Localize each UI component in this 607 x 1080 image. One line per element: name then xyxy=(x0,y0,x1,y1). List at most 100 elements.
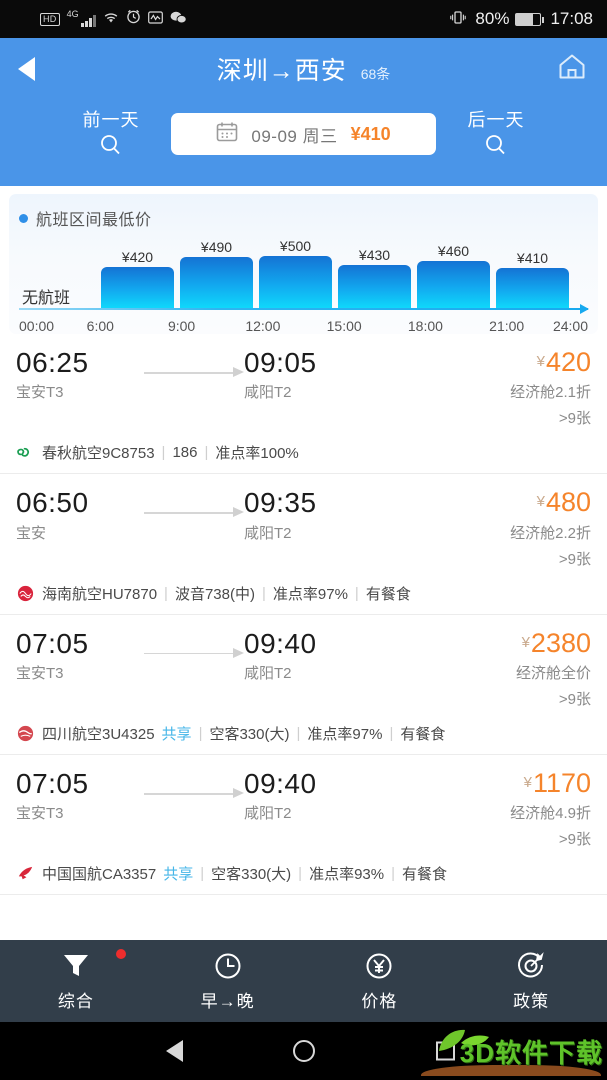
watermark: 3D软件下载 xyxy=(397,1022,607,1080)
chart-bars: ¥420 ¥490 ¥500 ¥430 ¥460 ¥410 xyxy=(19,236,572,308)
chart-bar[interactable]: ¥490 xyxy=(177,239,256,308)
meal-info: 有餐食 xyxy=(400,726,446,744)
route-arrow-icon xyxy=(144,500,244,530)
route-arrow-icon xyxy=(144,360,244,390)
flight-main-row: 06:25 宝安T3 09:05 咸阳T2 ¥420 经济舱2.1折 >9张 xyxy=(16,348,591,428)
flight-main-row: 07:05 宝安T3 09:40 咸阳T2 ¥1170 经济舱4.9折 >9张 xyxy=(16,769,591,849)
result-count: 68条 xyxy=(360,66,391,82)
codeshare-badge: 共享 xyxy=(161,726,192,744)
chart-bar[interactable]: ¥410 xyxy=(493,250,572,308)
alarm-icon xyxy=(126,9,141,26)
chart-legend: 航班区间最低价 xyxy=(19,206,588,230)
target-icon xyxy=(455,950,607,982)
airline-name: 海南航空HU7870 xyxy=(42,585,158,603)
toolbar-item-target[interactable]: 政策 xyxy=(455,950,607,1012)
ontime-rate: 准点率93% xyxy=(309,866,385,884)
arrival-time: 09:05 xyxy=(244,347,317,378)
flight-meta-row: 中国国航CA3357 共享 | 空客330(大) | 准点率93% | 有餐食 xyxy=(16,863,591,884)
toolbar-item-label: 早→晚 xyxy=(200,992,255,1011)
arrival-block: 09:05 咸阳T2 xyxy=(244,348,372,402)
yen-circle-icon xyxy=(304,950,456,982)
price-chart-card[interactable]: 航班区间最低价 无航班 ¥420 ¥490 ¥500 ¥430 ¥460 ¥410 00:… xyxy=(9,194,598,334)
cabin-class: 经济舱2.1折 xyxy=(510,384,591,402)
arrival-airport: 咸阳T2 xyxy=(244,384,292,402)
meta-separator: | xyxy=(161,444,166,462)
flight-row[interactable]: 07:05 宝安T3 09:40 咸阳T2 ¥2380 经济舱全价 >9张 四川航空3U432… xyxy=(0,615,607,756)
departure-airport: 宝安T3 xyxy=(16,805,64,823)
toolbar-item-label: 综合 xyxy=(57,992,94,1011)
flight-price: ¥420 xyxy=(536,347,591,377)
clock-icon xyxy=(152,950,304,982)
airline-logo-icon xyxy=(16,584,35,603)
meal-info: 有餐食 xyxy=(365,585,411,603)
arrival-time: 09:35 xyxy=(244,487,317,519)
magnifier-icon xyxy=(51,133,171,162)
toolbar-item-label: 价格 xyxy=(361,992,398,1011)
chart-bar-label: ¥420 xyxy=(121,248,154,265)
header-title-block: 深圳→西安 68条 xyxy=(0,51,607,87)
seats-left: >9张 xyxy=(558,410,591,428)
chart-bar-rect xyxy=(180,257,253,308)
currency-symbol: ¥ xyxy=(521,633,530,651)
ontime-rate: 准点率100% xyxy=(215,445,299,463)
flight-main-row: 07:05 宝安T3 09:40 咸阳T2 ¥2380 经济舱全价 >9张 xyxy=(16,628,591,709)
flight-row[interactable]: 06:25 宝安T3 09:05 咸阳T2 ¥420 经济舱2.1折 >9张 春秋航空9C87… xyxy=(0,334,607,475)
arrival-block: 09:40 咸阳T2 xyxy=(244,628,372,683)
departure-airport: 宝安 xyxy=(16,524,47,542)
chart-bar[interactable]: ¥420 xyxy=(98,249,177,308)
home-icon[interactable] xyxy=(557,53,587,86)
departure-time: 06:25 xyxy=(16,347,89,378)
flight-row[interactable]: 06:50 宝安 09:35 咸阳T2 ¥480 经济舱2.2折 >9张 海南航空HU7870… xyxy=(0,474,607,615)
flight-main-row: 06:50 宝安 09:35 咸阳T2 ¥480 经济舱2.2折 >9张 xyxy=(16,488,591,568)
status-bar-left-icons: HD 4G xyxy=(40,9,187,28)
departure-time: 07:05 xyxy=(16,768,89,800)
meta-separator: | xyxy=(164,584,168,602)
chart-bar[interactable]: ¥460 xyxy=(414,243,493,308)
aircraft-type: 186 xyxy=(172,444,198,462)
date-selector[interactable]: 09-09 周三 ¥410 xyxy=(171,113,436,155)
chart-axis-line xyxy=(19,304,589,314)
price-block[interactable]: ¥2380 经济舱全价 >9张 xyxy=(459,628,591,709)
price-block[interactable]: ¥480 经济舱2.2折 >9张 xyxy=(459,488,591,568)
meta-separator: | xyxy=(200,865,205,883)
android-back-icon[interactable] xyxy=(166,1040,183,1062)
price-block[interactable]: ¥420 经济舱2.1折 >9张 xyxy=(459,348,591,428)
chart-tick-label: 24:00 xyxy=(552,318,588,334)
watermark-text: 3D软件下载 xyxy=(459,1037,603,1068)
chart-tick-label: 9:00 xyxy=(167,318,196,334)
back-arrow-icon[interactable] xyxy=(18,57,35,81)
departure-block: 07:05 宝安T3 xyxy=(16,628,144,683)
toolbar-item-clock[interactable]: 早→晚 xyxy=(152,950,304,1012)
flight-row[interactable]: 07:05 宝安T3 09:40 咸阳T2 ¥1170 经济舱4.9折 >9张中国国航CA3… xyxy=(0,755,607,896)
chart-tick-label: 15:00 xyxy=(326,318,362,334)
android-home-icon[interactable] xyxy=(292,1040,315,1062)
toolbar-item-filter[interactable]: 综合 xyxy=(0,949,152,1012)
route-arrow-icon xyxy=(144,781,244,811)
chart-bar[interactable]: ¥500 xyxy=(256,238,335,308)
chart-tick-label: 12:00 xyxy=(245,318,281,334)
prev-day-button[interactable]: 前一天 xyxy=(51,106,171,162)
chart-bar-rect xyxy=(338,265,411,308)
currency-symbol: ¥ xyxy=(536,493,545,511)
seats-left: >9张 xyxy=(558,831,591,849)
chart-bar-rect xyxy=(259,256,332,308)
departure-airport: 宝安T3 xyxy=(16,384,64,402)
aircraft-type: 空客330(大) xyxy=(209,726,290,744)
next-day-button[interactable]: 后一天 xyxy=(436,106,556,162)
signal-icon xyxy=(80,14,96,27)
route-arrow-icon xyxy=(144,641,244,671)
filter-icon xyxy=(0,949,152,982)
toolbar-item-yen-circle[interactable]: 价格 xyxy=(304,950,456,1012)
airline-name: 中国国航CA3357 xyxy=(42,866,157,884)
chart-bar[interactable]: ¥430 xyxy=(335,247,414,308)
chart-bar-label: ¥490 xyxy=(200,239,233,256)
airline-logo-icon xyxy=(16,724,35,743)
arrival-block: 09:40 咸阳T2 xyxy=(244,769,372,823)
flight-meta-row: 四川航空3U4325 共享 | 空客330(大) | 准点率97% | 有餐食 xyxy=(16,723,591,744)
price-block[interactable]: ¥1170 经济舱4.9折 >9张 xyxy=(459,769,591,849)
activity-icon xyxy=(147,10,163,26)
app-header: 深圳→西安 68条 前一天 09-09 周三 ¥410 后一天 xyxy=(0,38,607,186)
meta-separator: | xyxy=(389,725,394,743)
arrival-time: 09:40 xyxy=(244,768,317,800)
airline-logo-icon xyxy=(16,443,35,462)
